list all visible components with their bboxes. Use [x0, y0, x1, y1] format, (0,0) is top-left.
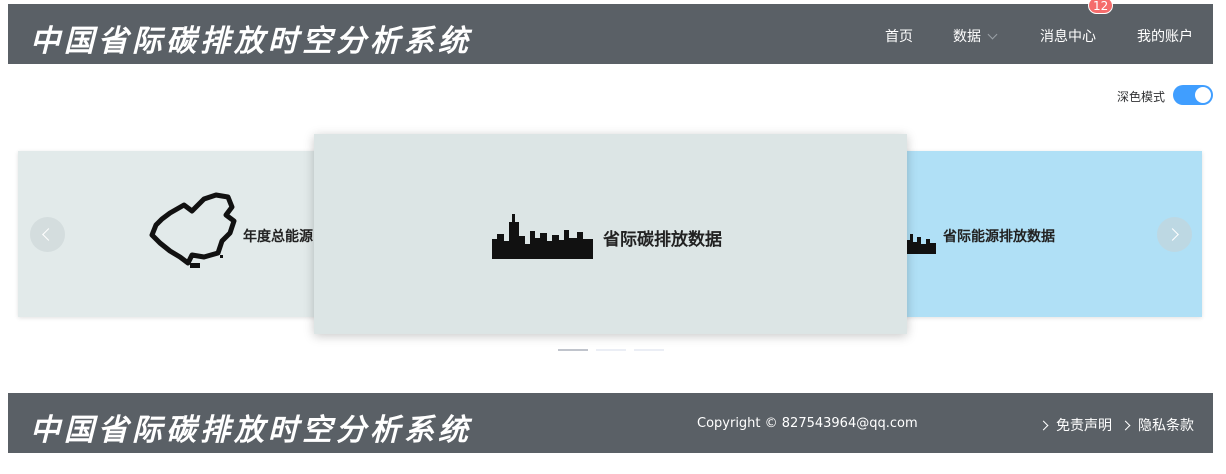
card-title-annual-energy: 年度总能源: [243, 229, 313, 245]
disclaimer-label: 免责声明: [1056, 418, 1112, 434]
messages-count-badge: 12: [1088, 0, 1114, 14]
carousel-next-button[interactable]: [1157, 217, 1192, 252]
nav-account[interactable]: 我的账户: [1137, 26, 1193, 46]
card-title-provincial-energy: 省际能源排放数据: [943, 229, 1055, 245]
carousel-prev-button[interactable]: [30, 217, 65, 252]
china-map-icon: [149, 192, 237, 268]
footer-logo-title: 中国省际碳排放时空分析系统: [30, 413, 472, 448]
nav-data-label: 数据: [953, 29, 981, 45]
city-skyline-icon: [492, 214, 593, 259]
disclaimer-link[interactable]: 免责声明: [1038, 415, 1112, 435]
nav-home[interactable]: 首页: [885, 26, 913, 46]
dark-mode-toggle[interactable]: [1173, 85, 1213, 105]
toggle-knob: [1195, 87, 1211, 103]
privacy-link[interactable]: 隐私条款: [1120, 415, 1194, 435]
carousel-indicator[interactable]: [596, 349, 626, 351]
card-title-provincial-carbon: 省际碳排放数据: [603, 230, 722, 250]
nav-messages[interactable]: 消息中心: [1040, 26, 1096, 46]
dark-mode-label: 深色模式: [1117, 90, 1166, 104]
footer: 中国省际碳排放时空分析系统 Copyright © 827543964@qq.c…: [8, 393, 1213, 453]
carousel-indicator[interactable]: [634, 349, 664, 351]
chevron-right-icon: [1038, 420, 1049, 431]
privacy-label: 隐私条款: [1138, 418, 1194, 434]
nav-data-dropdown[interactable]: 数据: [953, 26, 998, 46]
city-skyline-icon: [906, 234, 936, 254]
carousel-card-provincial-carbon[interactable]: 省际碳排放数据: [314, 134, 907, 334]
carousel-indicator[interactable]: [558, 349, 588, 351]
top-navbar: 中国省际碳排放时空分析系统 首页 数据 消息中心 我的账户: [8, 4, 1213, 64]
chevron-left-icon: [42, 228, 55, 241]
chevron-right-icon: [1120, 420, 1131, 431]
site-logo-title[interactable]: 中国省际碳排放时空分析系统: [30, 16, 472, 60]
copyright-text: Copyright © 827543964@qq.com: [697, 416, 918, 431]
chevron-right-icon: [1166, 228, 1179, 241]
chevron-down-icon: [987, 29, 998, 40]
